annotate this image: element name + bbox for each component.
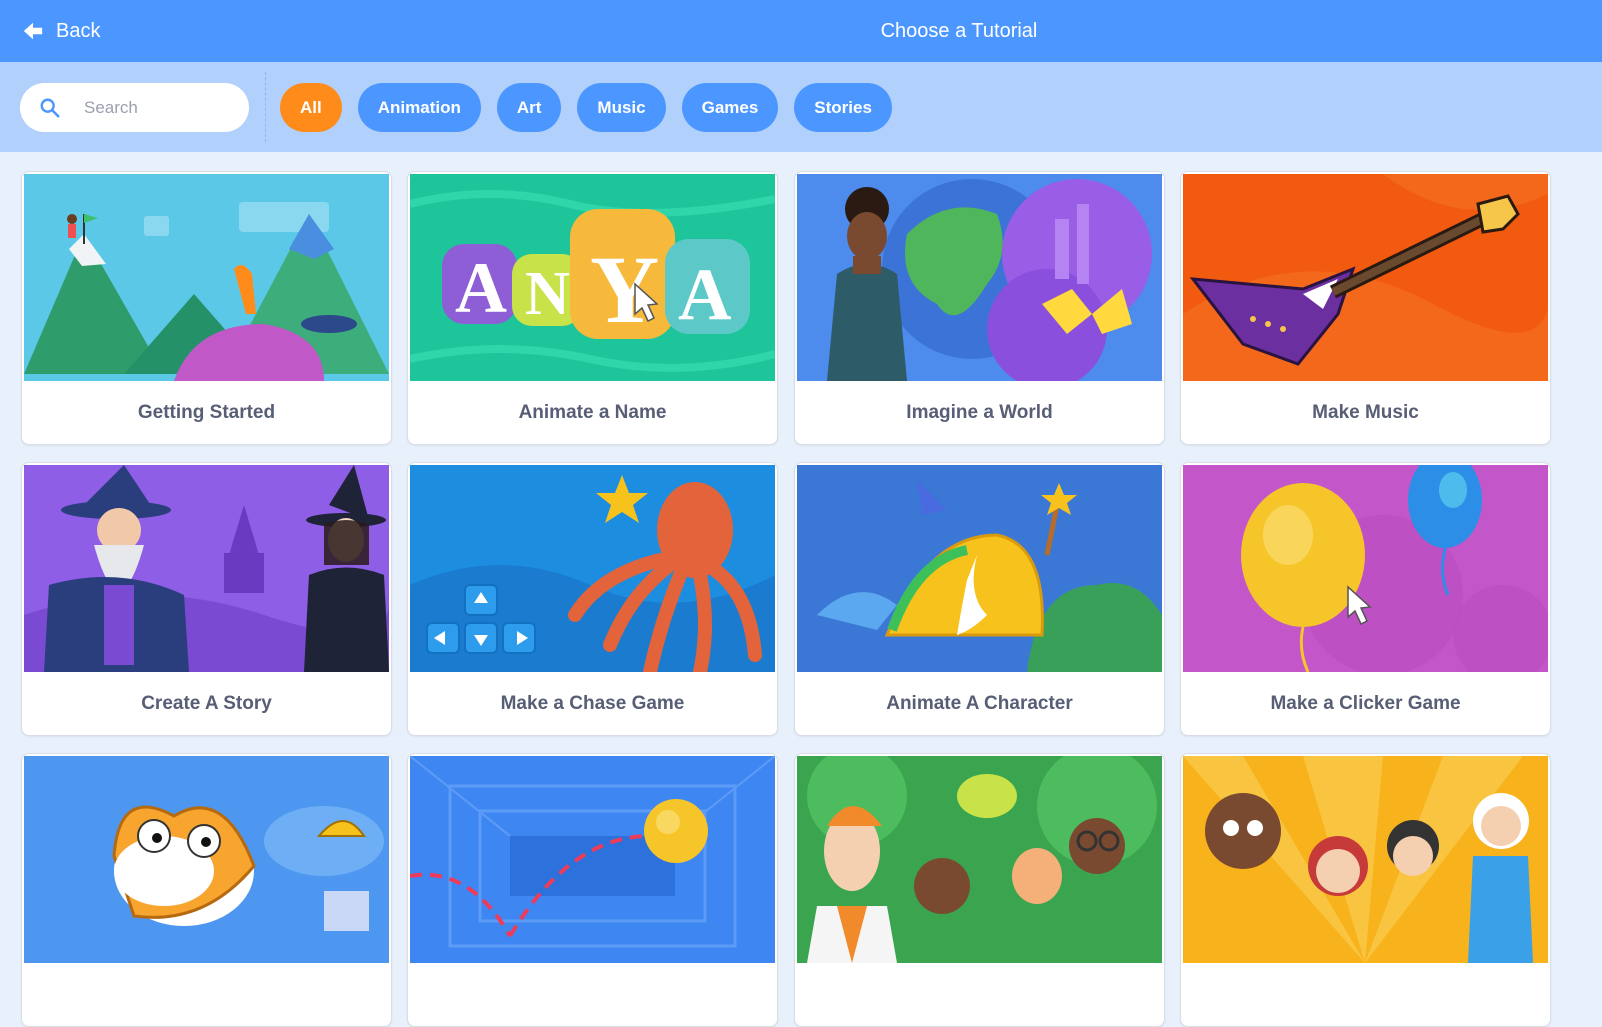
tutorial-thumbnail: A N Y A	[410, 174, 775, 381]
wizard-witch-illustration	[24, 465, 389, 672]
tutorial-thumbnail	[797, 756, 1162, 963]
balloons-illustration	[1183, 465, 1548, 672]
filter-bar: All Animation Art Music Games Stories	[0, 62, 1602, 152]
svg-text:N: N	[525, 260, 570, 328]
header-bar: Back Choose a Tutorial	[0, 0, 1602, 62]
tutorial-title	[408, 963, 777, 1026]
tutorial-title	[795, 963, 1164, 1026]
tutorial-card-animate-a-character[interactable]: Animate A Character	[794, 462, 1165, 736]
scratch-cat-illustration	[24, 756, 389, 963]
tutorial-card[interactable]	[21, 753, 392, 1027]
tutorial-title	[22, 963, 391, 1026]
svg-text:A: A	[455, 248, 507, 328]
world-illustration	[797, 174, 1162, 381]
filter-chip-art[interactable]: Art	[496, 83, 562, 132]
tutorial-title: Animate A Character	[886, 692, 1073, 714]
tutorial-card[interactable]	[407, 753, 778, 1027]
search-icon	[40, 98, 60, 118]
pong-illustration	[410, 756, 775, 963]
tutorial-thumbnail	[1183, 756, 1548, 963]
anya-letters-illustration: A N Y A	[410, 174, 775, 381]
tutorial-title: Imagine a World	[906, 401, 1053, 423]
tutorial-title: Make a Chase Game	[500, 692, 685, 714]
tutorial-card[interactable]	[794, 753, 1165, 1027]
tutorial-card-create-a-story[interactable]: Create A Story	[21, 462, 392, 736]
tutorial-thumbnail	[24, 174, 389, 381]
page-title: Choose a Tutorial	[880, 19, 1038, 42]
tutorial-title: Create A Story	[141, 692, 272, 714]
tutorial-title: Make Music	[1312, 401, 1419, 423]
tutorial-thumbnail	[24, 465, 389, 672]
cartoon-heroes-illustration	[1183, 756, 1548, 963]
tutorial-title: Make a Clicker Game	[1270, 692, 1461, 714]
search-input[interactable]	[82, 96, 226, 119]
tutorial-card[interactable]	[1180, 753, 1551, 1027]
tutorial-title	[1181, 963, 1550, 1026]
tutorial-card-make-a-clicker-game[interactable]: Make a Clicker Game	[1180, 462, 1551, 736]
filter-chip-music[interactable]: Music	[577, 83, 666, 132]
tutorial-title: Animate a Name	[518, 401, 667, 423]
tutorial-card-getting-started[interactable]: Getting Started	[21, 171, 392, 445]
tutorial-card-make-a-chase-game[interactable]: Make a Chase Game	[407, 462, 778, 736]
tutorial-thumbnail	[1183, 174, 1548, 381]
tutorial-thumbnail	[24, 756, 389, 963]
filter-chip-stories[interactable]: Stories	[794, 83, 892, 132]
mountains-illustration	[24, 174, 389, 381]
tutorial-card-animate-a-name[interactable]: A N Y A Animate a Name	[407, 171, 778, 445]
octopus-illustration	[410, 465, 775, 672]
tutorial-card-imagine-a-world[interactable]: Imagine a World	[794, 171, 1165, 445]
tutorial-card-make-music[interactable]: Make Music	[1180, 171, 1551, 445]
filter-chip-games[interactable]: Games	[681, 83, 779, 132]
taco-illustration	[797, 465, 1162, 672]
svg-text:Y: Y	[590, 236, 659, 343]
tutorial-thumbnail	[1183, 465, 1548, 672]
tutorial-title: Getting Started	[137, 401, 276, 423]
tutorial-thumbnail	[410, 756, 775, 963]
svg-text:A: A	[678, 254, 731, 336]
cartoon-characters-illustration	[797, 756, 1162, 963]
filter-chip-all[interactable]: All	[280, 83, 342, 132]
filter-divider	[265, 72, 266, 142]
tutorial-thumbnail	[410, 465, 775, 672]
filter-chip-animation[interactable]: Animation	[357, 83, 481, 132]
filter-chips: All Animation Art Music Games Stories	[280, 83, 892, 132]
tutorial-thumbnail	[797, 465, 1162, 672]
search-box[interactable]	[20, 83, 249, 132]
guitar-illustration	[1183, 174, 1548, 381]
tutorial-thumbnail	[797, 174, 1162, 381]
